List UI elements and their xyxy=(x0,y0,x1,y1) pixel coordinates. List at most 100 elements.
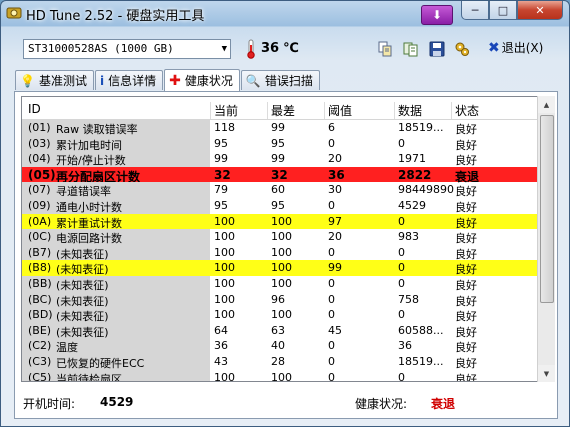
tab-bar: 💡 基准测试 i 信息详情 ✚ 健康状况 🔍 错误扫描 xyxy=(15,69,321,91)
table-row[interactable]: (C3) 已恢复的硬件ECC 43 28 0 18519... 良好 xyxy=(22,353,538,370)
table-row[interactable]: (BC) (未知表征) 100 96 0 758 良好 xyxy=(22,291,538,308)
cell-threshold: 99 xyxy=(328,261,342,275)
cell-threshold: 30 xyxy=(328,183,342,197)
column-header-worst[interactable]: 最差 xyxy=(271,102,295,119)
temperature-readout: 36 ℃ xyxy=(261,41,299,56)
table-row[interactable]: (01) Raw 读取错误率 118 99 6 18519... 良好 xyxy=(22,120,538,136)
column-header-data[interactable]: 数据 xyxy=(398,102,422,119)
save-icon[interactable] xyxy=(427,39,447,59)
cell-id: (03) xyxy=(28,136,51,150)
table-row[interactable]: (04) 开始/停止计数 99 99 20 1971 良好 xyxy=(22,151,538,167)
table-row[interactable]: (07) 寻道错误率 79 60 30 98449890 良好 xyxy=(22,182,538,198)
cell-id: (C5) xyxy=(28,370,52,382)
cell-status: 良好 xyxy=(455,216,477,230)
cell-current: 79 xyxy=(214,183,228,197)
copy-info-icon[interactable] xyxy=(375,39,395,59)
cell-worst: 100 xyxy=(271,370,292,382)
column-header-current[interactable]: 当前 xyxy=(214,102,238,119)
cell-threshold: 0 xyxy=(328,308,335,322)
cell-status: 良好 xyxy=(455,372,477,382)
cell-worst: 99 xyxy=(271,121,285,134)
table-row[interactable]: (B8) (未知表征) 100 100 99 0 良好 xyxy=(22,260,538,276)
cell-worst: 32 xyxy=(271,167,288,182)
tab-info-label: 信息详情 xyxy=(108,74,157,88)
cell-status: 良好 xyxy=(455,154,477,168)
maximize-button[interactable]: □ xyxy=(489,1,517,20)
cell-id: (04) xyxy=(28,152,51,166)
cell-current: 95 xyxy=(214,198,228,212)
cell-attribute-name: 当前待检扇区 xyxy=(56,372,122,382)
exit-button[interactable]: ✖ 退出(X) xyxy=(488,39,543,56)
cell-data: 98449890 xyxy=(398,183,454,197)
table-row[interactable]: (C2) 温度 36 40 0 36 良好 xyxy=(22,338,538,354)
drive-select[interactable]: ST31000528AS (1000 GB) ▼ xyxy=(23,39,231,59)
cell-threshold: 36 xyxy=(328,167,345,182)
scroll-thumb[interactable] xyxy=(540,115,554,303)
minimize-button[interactable]: ─ xyxy=(461,1,489,20)
column-header-status[interactable]: 状态 xyxy=(455,102,479,119)
cell-current: 100 xyxy=(214,370,235,382)
cell-threshold: 0 xyxy=(328,136,335,150)
column-divider[interactable] xyxy=(451,102,452,119)
cell-attribute-name: (未知表征) xyxy=(56,310,109,324)
cell-worst: 40 xyxy=(271,339,285,353)
cell-data: 4529 xyxy=(398,198,426,212)
cell-data: 0 xyxy=(398,214,405,228)
dropdown-arrow-icon: ▼ xyxy=(221,44,227,54)
vertical-scrollbar[interactable]: ▲ ▼ xyxy=(537,96,555,382)
column-divider[interactable] xyxy=(210,102,211,119)
temperature-value: 36 xyxy=(261,41,280,56)
cell-current: 100 xyxy=(214,261,235,275)
cell-id: (0C) xyxy=(28,230,52,244)
cell-attribute-name: 已恢复的硬件ECC xyxy=(56,356,145,370)
table-row[interactable]: (05) 再分配扇区计数 32 32 36 2822 衰退 xyxy=(22,166,538,184)
column-divider[interactable] xyxy=(267,102,268,119)
app-window: HD Tune 2.52 - 硬盘实用工具 ⬇ ─ □ ✕ ST31000528… xyxy=(0,0,570,427)
cell-current: 100 xyxy=(214,214,235,228)
info-icon: i xyxy=(99,73,105,88)
close-button[interactable]: ✕ xyxy=(517,1,563,20)
table-row[interactable]: (C5) 当前待检扇区 100 100 0 0 良好 xyxy=(22,369,538,382)
tab-info[interactable]: i 信息详情 xyxy=(94,70,164,90)
table-row[interactable]: (BD) (未知表征) 100 100 0 0 良好 xyxy=(22,307,538,323)
thermometer-icon xyxy=(246,39,256,59)
exit-button-label: 退出(X) xyxy=(501,41,544,55)
download-arrow-icon: ⬇ xyxy=(431,8,443,22)
table-row[interactable]: (03) 累计加电时间 95 95 0 0 良好 xyxy=(22,135,538,152)
column-divider[interactable] xyxy=(394,102,395,119)
cell-current: 118 xyxy=(214,121,235,134)
cell-data: 0 xyxy=(398,276,405,290)
download-button[interactable]: ⬇ xyxy=(421,5,453,25)
tab-error-scan[interactable]: 🔍 错误扫描 xyxy=(240,70,320,90)
cell-current: 43 xyxy=(214,354,228,368)
cell-threshold: 97 xyxy=(328,214,342,228)
tab-health[interactable]: ✚ 健康状况 xyxy=(164,69,240,91)
scroll-down-arrow-icon[interactable]: ▼ xyxy=(538,365,555,382)
cell-data: 0 xyxy=(398,245,405,259)
table-row[interactable]: (BE) (未知表征) 64 63 45 60588... 良好 xyxy=(22,322,538,339)
cell-worst: 100 xyxy=(271,214,292,228)
cell-current: 36 xyxy=(214,339,228,353)
tab-benchmark[interactable]: 💡 基准测试 xyxy=(15,70,94,90)
table-row[interactable]: (B7) (未知表征) 100 100 0 0 良好 xyxy=(22,244,538,261)
title-bar[interactable]: HD Tune 2.52 - 硬盘实用工具 ⬇ ─ □ ✕ xyxy=(1,1,569,27)
column-header-threshold[interactable]: 阈值 xyxy=(328,102,352,119)
table-row[interactable]: (0A) 累计重试计数 100 100 97 0 良好 xyxy=(22,213,538,230)
cell-attribute-name: (未知表征) xyxy=(56,247,109,261)
table-row[interactable]: (BB) (未知表征) 100 100 0 0 良好 xyxy=(22,275,538,292)
table-row[interactable]: (09) 通电小时计数 95 95 0 4529 良好 xyxy=(22,197,538,214)
smart-table[interactable]: ID 当前 最差 阈值 数据 状态 (01) Raw 读取错误率 118 99 6 185… xyxy=(21,96,539,382)
cell-id: (C2) xyxy=(28,339,52,353)
options-icon[interactable] xyxy=(452,39,472,59)
table-row[interactable]: (0C) 电源回路计数 100 100 20 983 良好 xyxy=(22,229,538,245)
copy-all-icon[interactable] xyxy=(401,39,421,59)
scroll-up-arrow-icon[interactable]: ▲ xyxy=(538,96,555,113)
cell-threshold: 20 xyxy=(328,230,342,244)
status-footer: 开机时间: 4529 健康状况: 衰退 xyxy=(15,388,559,416)
tab-health-label: 健康状况 xyxy=(184,74,233,88)
cell-data: 0 xyxy=(398,308,405,322)
cell-id: (B8) xyxy=(28,261,52,275)
magnifier-icon: 🔍 xyxy=(245,73,261,88)
column-header-id[interactable]: ID xyxy=(28,102,41,116)
column-divider[interactable] xyxy=(324,102,325,119)
